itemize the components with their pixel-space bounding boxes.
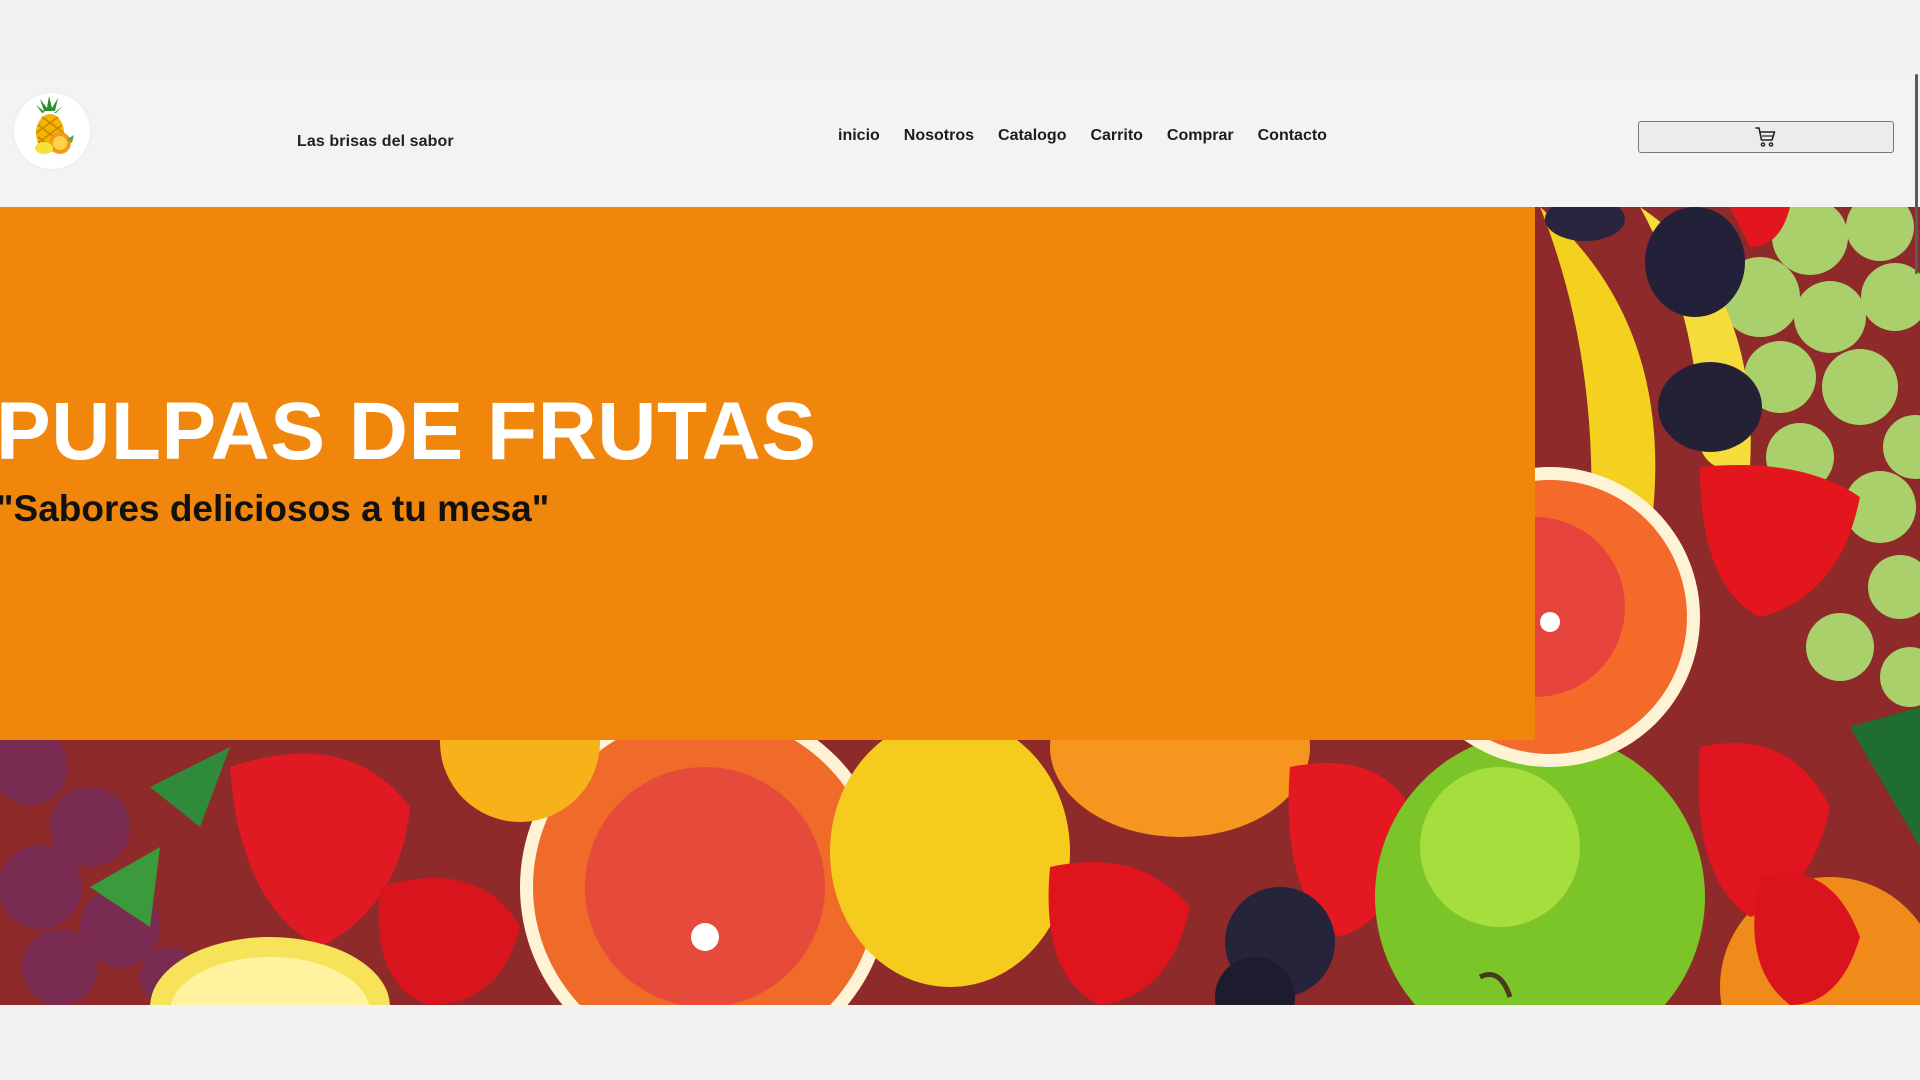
hero-banner: PULPAS DE FRUTAS "Sabores deliciosos a t…	[0, 207, 1920, 1005]
nav-item-comprar[interactable]: Comprar	[1167, 127, 1234, 145]
brand-name: Las brisas del sabor	[297, 133, 454, 150]
nav-item-nosotros[interactable]: Nosotros	[904, 127, 974, 145]
nav-item-carrito[interactable]: Carrito	[1090, 127, 1142, 145]
scrollbar-thumb[interactable]	[1915, 74, 1918, 274]
nav-item-contacto[interactable]: Contacto	[1258, 127, 1327, 145]
brand-logo[interactable]	[14, 93, 90, 169]
pineapple-logo-icon	[35, 96, 74, 154]
hero-orange-panel: PULPAS DE FRUTAS "Sabores deliciosos a t…	[0, 207, 1535, 740]
cart-button[interactable]	[1638, 121, 1894, 153]
cart-icon	[1755, 127, 1776, 147]
page: Las brisas del sabor inicio Nosotros Cat…	[0, 0, 1920, 1080]
hero-subtitle: "Sabores deliciosos a tu mesa"	[0, 488, 550, 529]
nav-item-catalogo[interactable]: Catalogo	[998, 127, 1066, 145]
main-nav: inicio Nosotros Catalogo Carrito Comprar…	[838, 127, 1327, 145]
navbar: Las brisas del sabor inicio Nosotros Cat…	[0, 74, 1920, 207]
nav-item-inicio[interactable]: inicio	[838, 127, 880, 145]
page-scrollbar[interactable]	[1912, 74, 1920, 1080]
hero-title: PULPAS DE FRUTAS	[0, 386, 817, 477]
